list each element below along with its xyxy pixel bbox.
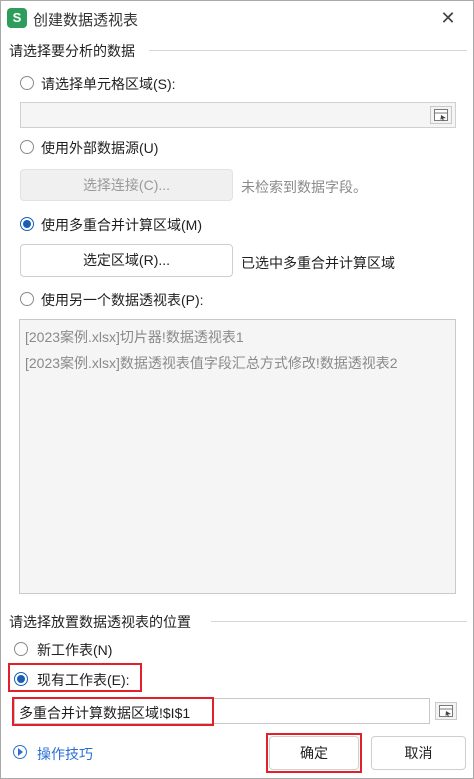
destination-section-title: 请选择放置数据透视表的位置: [9, 614, 191, 630]
pivot-table-list[interactable]: [2023案例.xlsx]切片器!数据透视表1 [2023案例.xlsx]数据透…: [19, 319, 456, 594]
choose-connection-button[interactable]: 选择连接(C)...: [20, 169, 233, 201]
dialog-title: 创建数据透视表: [33, 12, 139, 29]
highlight-existing-sheet: [8, 663, 142, 692]
cell-range-field[interactable]: [20, 102, 456, 128]
highlight-ok: [266, 733, 362, 773]
list-item[interactable]: [2023案例.xlsx]数据透视表值字段汇总方式修改!数据透视表2: [25, 353, 398, 373]
play-tips-icon: [13, 745, 27, 759]
list-item[interactable]: [2023案例.xlsx]切片器!数据透视表1: [25, 327, 244, 347]
highlight-location: [12, 697, 214, 726]
radio-multi-consolidation-label[interactable]: 使用多重合并计算区域(M): [41, 215, 202, 235]
select-area-button[interactable]: 选定区域(R)...: [20, 244, 233, 277]
close-icon[interactable]: ✕: [437, 7, 459, 29]
radio-external-source[interactable]: [20, 140, 34, 154]
section-divider: [149, 50, 467, 51]
source-section-title: 请选择要分析的数据: [9, 43, 135, 59]
radio-select-cells-label[interactable]: 请选择单元格区域(S):: [41, 74, 176, 94]
spreadsheet-app-icon: S: [7, 8, 27, 28]
connection-hint: 未检索到数据字段。: [241, 179, 367, 195]
range-picker-icon[interactable]: [430, 106, 452, 124]
radio-other-pivot-label[interactable]: 使用另一个数据透视表(P):: [41, 290, 204, 310]
radio-other-pivot[interactable]: [20, 292, 34, 306]
radio-external-source-label[interactable]: 使用外部数据源(U): [41, 138, 158, 158]
title-bar: S 创建数据透视表 ✕: [1, 1, 473, 37]
section-divider: [211, 621, 467, 622]
radio-multi-consolidation[interactable]: [20, 217, 34, 231]
create-pivot-table-dialog: S 创建数据透视表 ✕ 请选择要分析的数据 请选择单元格区域(S): 使用外部数…: [0, 0, 474, 779]
cancel-button[interactable]: 取消: [371, 736, 466, 770]
tips-label: 操作技巧: [37, 746, 93, 762]
select-area-hint: 已选中多重合并计算区域: [241, 255, 395, 271]
radio-select-cells[interactable]: [20, 76, 34, 90]
radio-new-sheet[interactable]: [14, 642, 28, 656]
range-picker-icon[interactable]: [435, 702, 457, 720]
radio-new-sheet-label[interactable]: 新工作表(N): [37, 640, 112, 660]
